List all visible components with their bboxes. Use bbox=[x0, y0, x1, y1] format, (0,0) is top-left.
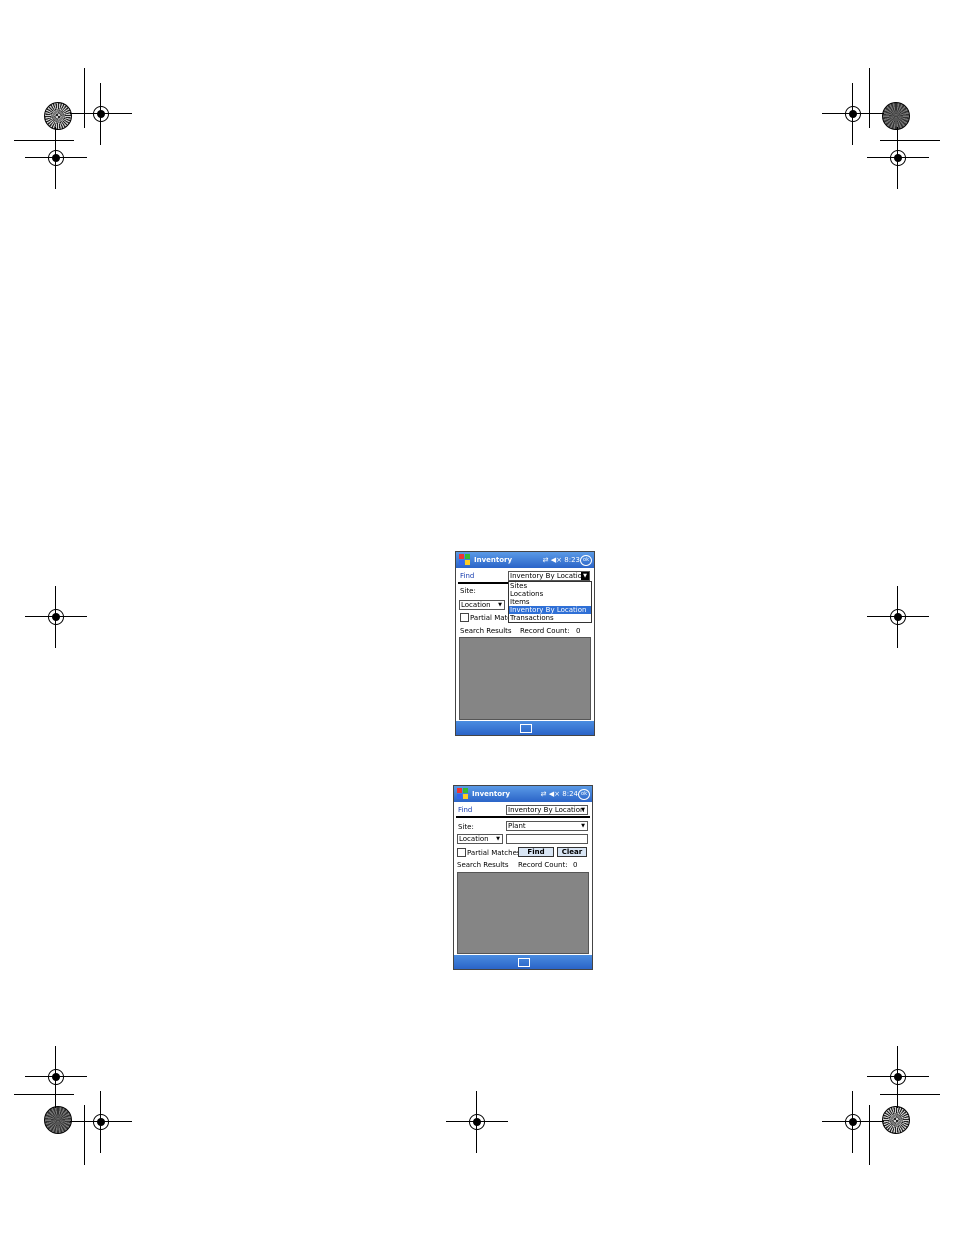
windows-start-icon[interactable] bbox=[457, 788, 469, 800]
crosshair-mark bbox=[70, 1091, 132, 1153]
find-menu[interactable]: Find bbox=[458, 806, 472, 814]
search-results-label: Search Results bbox=[460, 627, 512, 635]
partial-matches-checkbox[interactable] bbox=[457, 848, 466, 857]
view-select-value: Inventory By Location bbox=[508, 806, 585, 814]
record-count-label: Record Count: bbox=[518, 861, 568, 869]
partial-matches-label: Partial Matches bbox=[467, 849, 521, 857]
record-count-value: 0 bbox=[576, 627, 581, 635]
crosshair-mark bbox=[867, 586, 929, 648]
crosshair-mark bbox=[25, 586, 87, 648]
find-menu[interactable]: Find bbox=[460, 572, 474, 580]
title-bar: Inventory ⇄ ◀× 8:24 ok bbox=[454, 786, 592, 802]
location-type-value: Location bbox=[459, 835, 489, 843]
dropdown-option-inventory-by-location[interactable]: Inventory By Location bbox=[509, 606, 591, 614]
ok-button[interactable]: ok bbox=[578, 789, 590, 800]
connectivity-icon[interactable]: ⇄ bbox=[543, 556, 549, 564]
search-results-panel[interactable] bbox=[457, 872, 589, 954]
windows-start-icon[interactable] bbox=[459, 554, 471, 566]
trim-line bbox=[14, 140, 74, 141]
chevron-down-icon[interactable]: ▼ bbox=[579, 822, 587, 830]
view-select[interactable]: Inventory By Location ▼ bbox=[506, 805, 588, 815]
crosshair-mark bbox=[25, 127, 87, 189]
trim-line bbox=[14, 1094, 74, 1095]
pocketpc-screen-form: Inventory ⇄ ◀× 8:24 ok Find Inventory By… bbox=[453, 785, 593, 970]
site-select[interactable]: Plant ▼ bbox=[506, 821, 588, 831]
bottom-bar bbox=[454, 955, 592, 969]
site-select-value: Plant bbox=[508, 822, 526, 830]
clear-button[interactable]: Clear bbox=[557, 847, 587, 857]
starburst-mark-top-right bbox=[882, 102, 910, 130]
record-count-value: 0 bbox=[573, 861, 578, 869]
location-type-select[interactable]: Location ▼ bbox=[457, 834, 503, 844]
trim-line bbox=[869, 68, 870, 128]
location-type-value: Location bbox=[461, 601, 491, 609]
crosshair-mark bbox=[446, 1091, 508, 1153]
app-title: Inventory bbox=[474, 556, 513, 564]
starburst-mark-bottom-right bbox=[882, 1106, 910, 1134]
location-type-select[interactable]: Location ▼ bbox=[459, 600, 505, 610]
view-select-value: Inventory By Location bbox=[510, 572, 587, 580]
crosshair-mark bbox=[822, 1091, 884, 1153]
trim-line bbox=[84, 68, 85, 128]
starburst-mark-top-left bbox=[44, 102, 72, 130]
starburst-mark-bottom-left bbox=[44, 1106, 72, 1134]
connectivity-icon[interactable]: ⇄ bbox=[541, 790, 547, 798]
trim-line bbox=[880, 1094, 940, 1095]
chevron-down-icon[interactable]: ▼ bbox=[494, 835, 502, 843]
search-results-label: Search Results bbox=[457, 861, 509, 869]
clock[interactable]: 8:23 bbox=[564, 556, 580, 564]
app-title: Inventory bbox=[472, 790, 511, 798]
volume-icon[interactable]: ◀× bbox=[551, 556, 562, 564]
view-dropdown-list[interactable]: Sites Locations Items Inventory By Locat… bbox=[508, 581, 592, 623]
clock[interactable]: 8:24 bbox=[562, 790, 578, 798]
crosshair-mark bbox=[25, 1046, 87, 1108]
system-tray: ⇄ ◀× 8:23 bbox=[543, 556, 580, 564]
find-button[interactable]: Find bbox=[518, 847, 554, 857]
site-label: Site: bbox=[458, 823, 474, 831]
view-select[interactable]: Inventory By Location ▼ bbox=[508, 571, 590, 581]
dropdown-option-items[interactable]: Items bbox=[509, 598, 591, 606]
search-results-panel[interactable] bbox=[459, 637, 591, 720]
dropdown-option-locations[interactable]: Locations bbox=[509, 590, 591, 598]
chevron-down-icon[interactable]: ▼ bbox=[581, 572, 589, 580]
volume-icon[interactable]: ◀× bbox=[549, 790, 560, 798]
trim-line bbox=[880, 140, 940, 141]
keyboard-icon[interactable] bbox=[520, 724, 532, 733]
chevron-down-icon[interactable]: ▼ bbox=[496, 601, 504, 609]
crosshair-mark bbox=[822, 83, 884, 145]
pocketpc-screen-dropdown-open: Inventory ⇄ ◀× 8:23 ok Find Inventory By… bbox=[455, 551, 595, 736]
header-divider bbox=[456, 816, 590, 818]
site-label: Site: bbox=[460, 587, 476, 595]
chevron-down-icon[interactable]: ▼ bbox=[579, 806, 587, 814]
trim-line bbox=[84, 1105, 85, 1165]
keyboard-icon[interactable] bbox=[518, 958, 530, 967]
bottom-bar bbox=[456, 721, 594, 735]
dropdown-option-transactions[interactable]: Transactions bbox=[509, 614, 591, 622]
crosshair-mark bbox=[867, 127, 929, 189]
crosshair-mark bbox=[867, 1046, 929, 1108]
location-input[interactable] bbox=[506, 834, 588, 844]
trim-line bbox=[869, 1105, 870, 1165]
crosshair-mark bbox=[70, 83, 132, 145]
dropdown-option-sites[interactable]: Sites bbox=[509, 582, 591, 590]
ok-button[interactable]: ok bbox=[580, 555, 592, 566]
partial-match-checkbox[interactable] bbox=[460, 613, 469, 622]
title-bar: Inventory ⇄ ◀× 8:23 ok bbox=[456, 552, 594, 568]
record-count-label: Record Count: bbox=[520, 627, 570, 635]
system-tray: ⇄ ◀× 8:24 bbox=[541, 790, 578, 798]
